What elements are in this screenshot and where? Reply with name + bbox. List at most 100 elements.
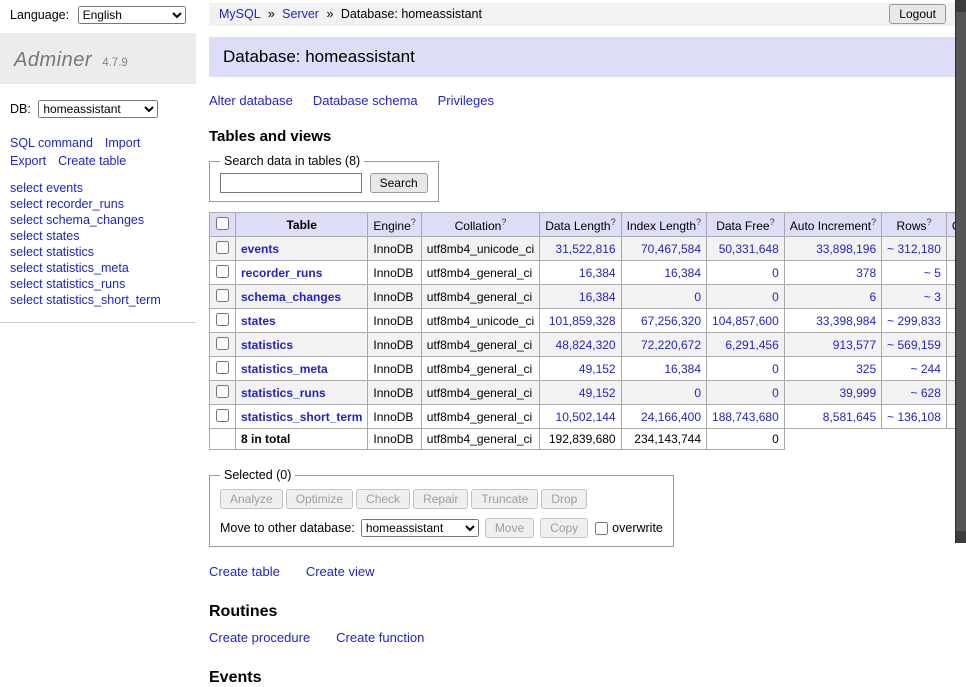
index-length-link[interactable]: 24,166,400 bbox=[641, 410, 701, 424]
move-button[interactable]: Move bbox=[485, 518, 534, 538]
table-link[interactable]: events bbox=[241, 242, 279, 256]
logout-button[interactable]: Logout bbox=[889, 4, 946, 24]
rows-link[interactable]: ~ 299,833 bbox=[887, 314, 941, 328]
rows-link[interactable]: ~ 244 bbox=[911, 362, 941, 376]
data-free-link[interactable]: 0 bbox=[772, 266, 779, 280]
table-link[interactable]: states bbox=[241, 314, 276, 328]
row-checkbox[interactable] bbox=[216, 289, 229, 302]
create-table-link[interactable]: Create table bbox=[209, 564, 280, 579]
auto-increment-link[interactable]: 8,581,645 bbox=[823, 410, 876, 424]
help-link[interactable]: ? bbox=[927, 217, 932, 227]
auto-increment-link[interactable]: 33,898,196 bbox=[816, 242, 876, 256]
overwrite-checkbox[interactable] bbox=[595, 522, 608, 535]
table-link[interactable]: schema_changes bbox=[241, 290, 341, 304]
index-length-link[interactable]: 67,256,320 bbox=[641, 314, 701, 328]
search-input[interactable] bbox=[220, 173, 362, 193]
create-view-link[interactable]: Create view bbox=[306, 564, 375, 579]
check-button[interactable]: Check bbox=[356, 489, 410, 509]
db-select[interactable]: homeassistant bbox=[38, 100, 158, 118]
move-db-select[interactable]: homeassistant bbox=[361, 519, 479, 537]
help-link[interactable]: ? bbox=[770, 217, 775, 227]
auto-increment-link[interactable]: 913,577 bbox=[833, 338, 876, 352]
index-length-link[interactable]: 72,220,672 bbox=[641, 338, 701, 352]
rows-link[interactable]: ~ 136,108 bbox=[887, 410, 941, 424]
database-schema-link[interactable]: Database schema bbox=[313, 93, 418, 108]
sidebar-item-select-statistics-meta[interactable]: select statistics_meta bbox=[10, 261, 129, 275]
rows-link[interactable]: ~ 5 bbox=[924, 266, 941, 280]
table-link[interactable]: statistics_runs bbox=[241, 386, 326, 400]
auto-increment-link[interactable]: 6 bbox=[869, 290, 876, 304]
row-checkbox[interactable] bbox=[216, 337, 229, 350]
data-length-link[interactable]: 49,152 bbox=[579, 362, 616, 376]
sidebar-item-select-states[interactable]: select states bbox=[10, 229, 79, 243]
row-checkbox[interactable] bbox=[216, 313, 229, 326]
auto-increment-link[interactable]: 33,398,984 bbox=[816, 314, 876, 328]
row-checkbox[interactable] bbox=[216, 385, 229, 398]
table-link[interactable]: statistics_meta bbox=[241, 362, 328, 376]
table-link[interactable]: statistics bbox=[241, 338, 293, 352]
optimize-button[interactable]: Optimize bbox=[286, 489, 353, 509]
data-free-link[interactable]: 0 bbox=[772, 362, 779, 376]
row-checkbox[interactable] bbox=[216, 361, 229, 374]
search-button[interactable]: Search bbox=[370, 173, 428, 193]
data-length-link[interactable]: 49,152 bbox=[579, 386, 616, 400]
auto-increment-link[interactable]: 325 bbox=[856, 362, 876, 376]
data-free-link[interactable]: 0 bbox=[772, 290, 779, 304]
create-procedure-link[interactable]: Create procedure bbox=[209, 630, 310, 645]
rows-link[interactable]: ~ 628 bbox=[911, 386, 941, 400]
rows-link[interactable]: ~ 3 bbox=[924, 290, 941, 304]
index-length-link[interactable]: 16,384 bbox=[664, 266, 701, 280]
create-function-link[interactable]: Create function bbox=[336, 630, 424, 645]
repair-button[interactable]: Repair bbox=[413, 489, 468, 509]
copy-button[interactable]: Copy bbox=[540, 518, 588, 538]
index-length-link[interactable]: 0 bbox=[694, 386, 701, 400]
help-link[interactable]: ? bbox=[411, 217, 416, 227]
breadcrumb-server-link[interactable]: Server bbox=[282, 7, 319, 21]
data-length-link[interactable]: 10,502,144 bbox=[556, 410, 616, 424]
export-link[interactable]: Export bbox=[10, 154, 46, 168]
import-link[interactable]: Import bbox=[105, 136, 140, 150]
row-checkbox[interactable] bbox=[216, 241, 229, 254]
row-checkbox[interactable] bbox=[216, 409, 229, 422]
sidebar-item-select-events[interactable]: select events bbox=[10, 181, 83, 195]
row-checkbox[interactable] bbox=[216, 265, 229, 278]
data-free-link[interactable]: 188,743,680 bbox=[712, 410, 779, 424]
rows-link[interactable]: ~ 312,180 bbox=[887, 242, 941, 256]
rows-link[interactable]: ~ 569,159 bbox=[887, 338, 941, 352]
help-link[interactable]: ? bbox=[501, 217, 506, 227]
check-all-checkbox[interactable] bbox=[216, 217, 229, 230]
index-length-link[interactable]: 16,384 bbox=[664, 362, 701, 376]
auto-increment-link[interactable]: 39,999 bbox=[839, 386, 876, 400]
vertical-scrollbar[interactable] bbox=[955, 0, 966, 543]
analyze-button[interactable]: Analyze bbox=[220, 489, 283, 509]
data-free-link[interactable]: 50,331,648 bbox=[719, 242, 779, 256]
data-free-link[interactable]: 6,291,456 bbox=[725, 338, 778, 352]
alter-database-link[interactable]: Alter database bbox=[209, 93, 293, 108]
data-free-link[interactable]: 104,857,600 bbox=[712, 314, 779, 328]
help-link[interactable]: ? bbox=[871, 217, 876, 227]
table-link[interactable]: statistics_short_term bbox=[241, 410, 362, 424]
index-length-link[interactable]: 0 bbox=[694, 290, 701, 304]
auto-increment-link[interactable]: 378 bbox=[856, 266, 876, 280]
help-link[interactable]: ? bbox=[611, 217, 616, 227]
breadcrumb-mysql-link[interactable]: MySQL bbox=[219, 7, 260, 21]
index-length-link[interactable]: 70,467,584 bbox=[641, 242, 701, 256]
sql-command-link[interactable]: SQL command bbox=[10, 136, 93, 150]
overwrite-toggle[interactable]: overwrite bbox=[594, 521, 663, 536]
sidebar-item-select-schema-changes[interactable]: select schema_changes bbox=[10, 213, 144, 227]
data-length-link[interactable]: 16,384 bbox=[579, 266, 616, 280]
sidebar-item-select-statistics[interactable]: select statistics bbox=[10, 245, 94, 259]
data-free-link[interactable]: 0 bbox=[772, 386, 779, 400]
truncate-button[interactable]: Truncate bbox=[471, 489, 538, 509]
help-link[interactable]: ? bbox=[696, 217, 701, 227]
data-length-link[interactable]: 31,522,816 bbox=[556, 242, 616, 256]
data-length-link[interactable]: 101,859,328 bbox=[549, 314, 616, 328]
table-link[interactable]: recorder_runs bbox=[241, 266, 322, 280]
data-length-link[interactable]: 16,384 bbox=[579, 290, 616, 304]
privileges-link[interactable]: Privileges bbox=[438, 93, 494, 108]
create-table-nav-link[interactable]: Create table bbox=[58, 154, 126, 168]
sidebar-item-select-statistics-runs[interactable]: select statistics_runs bbox=[10, 277, 125, 291]
sidebar-item-select-statistics-short-term[interactable]: select statistics_short_term bbox=[10, 293, 161, 307]
drop-button[interactable]: Drop bbox=[541, 489, 587, 509]
language-select[interactable]: English bbox=[78, 6, 186, 24]
